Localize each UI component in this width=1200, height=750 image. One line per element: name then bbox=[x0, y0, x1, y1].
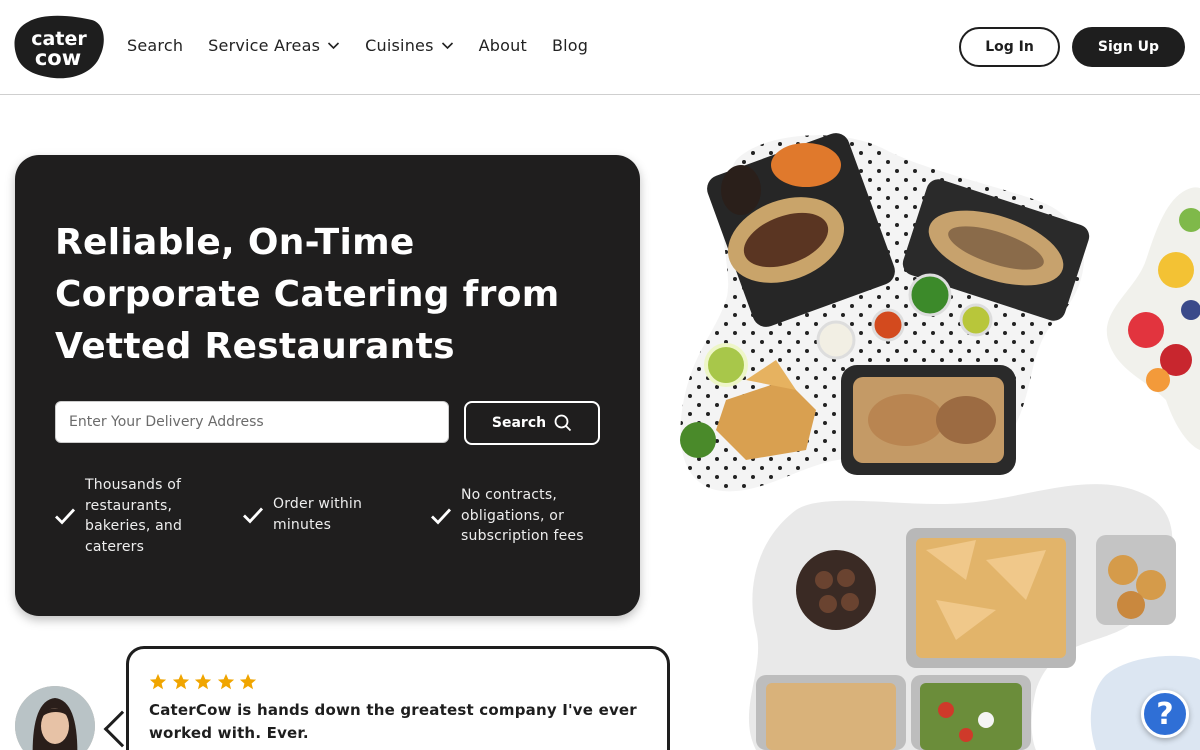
feature-text: Thousands of restaurants, bakeries, and … bbox=[85, 477, 183, 555]
mediterranean-blob bbox=[748, 484, 1200, 750]
search-icon bbox=[554, 414, 572, 432]
catercow-logo[interactable]: cater cow bbox=[14, 14, 104, 80]
checkmark-icon bbox=[431, 508, 452, 525]
nav-service-areas-label: Service Areas bbox=[208, 36, 321, 55]
nav-cuisines[interactable]: Cuisines bbox=[365, 36, 453, 55]
delivery-address-input[interactable] bbox=[55, 401, 449, 443]
nav-blog-label: Blog bbox=[551, 36, 589, 55]
nav-about[interactable]: About bbox=[479, 36, 527, 55]
nav-blog[interactable]: Blog bbox=[552, 36, 588, 55]
nav-search-label: Search bbox=[127, 36, 184, 55]
star-icon bbox=[149, 673, 167, 690]
nav-cuisines-label: Cuisines bbox=[365, 36, 434, 55]
fruit-blob bbox=[1106, 187, 1200, 450]
hero-title-line: Corporate Catering from bbox=[55, 274, 560, 315]
feature-order-minutes: Order within minutes bbox=[241, 494, 391, 535]
feature-text: No contracts, obligations, or subscripti… bbox=[461, 487, 584, 544]
main-nav: Search Service Areas Cuisines About Blog bbox=[127, 36, 613, 55]
testimonial-quote: CaterCow is hands down the greatest comp… bbox=[149, 701, 637, 742]
star-icon bbox=[194, 673, 212, 690]
svg-text:cow: cow bbox=[35, 46, 81, 70]
chevron-down-icon bbox=[441, 42, 453, 50]
hero-search-label: Search bbox=[491, 415, 547, 431]
food-collage-image bbox=[676, 130, 1200, 750]
feature-restaurants: Thousands of restaurants, bakeries, and … bbox=[53, 475, 203, 557]
nav-about-label: About bbox=[478, 36, 527, 55]
star-icon bbox=[217, 673, 234, 690]
help-chat-button[interactable]: ? bbox=[1141, 690, 1189, 738]
nav-service-areas[interactable]: Service Areas bbox=[208, 36, 340, 55]
star-icon bbox=[172, 673, 189, 690]
nav-search[interactable]: Search bbox=[127, 36, 183, 55]
testimonial-bubble: CaterCow is hands down the greatest comp… bbox=[126, 646, 670, 750]
hero-card: Reliable, On-Time Corporate Catering fro… bbox=[15, 155, 640, 616]
reviewer-avatar bbox=[15, 686, 95, 750]
feature-text: Order within minutes bbox=[273, 496, 363, 533]
hero-title: Reliable, On-Time Corporate Catering fro… bbox=[55, 217, 595, 373]
checkmark-icon bbox=[55, 508, 76, 525]
hero-search-button[interactable]: Search bbox=[464, 401, 600, 445]
hero-title-line: Vetted Restaurants bbox=[55, 326, 455, 367]
signup-button[interactable]: Sign Up bbox=[1072, 27, 1185, 67]
hero-title-line: Reliable, On-Time bbox=[55, 222, 415, 263]
star-icon bbox=[239, 673, 257, 690]
feature-no-contracts: No contracts, obligations, or subscripti… bbox=[429, 485, 599, 547]
site-header: cater cow Search Service Areas Cuisines … bbox=[0, 0, 1200, 95]
rating-stars bbox=[149, 673, 262, 691]
login-button[interactable]: Log In bbox=[959, 27, 1060, 67]
chevron-down-icon bbox=[328, 42, 340, 50]
checkmark-icon bbox=[243, 507, 264, 524]
tacos-blob bbox=[680, 133, 1090, 492]
